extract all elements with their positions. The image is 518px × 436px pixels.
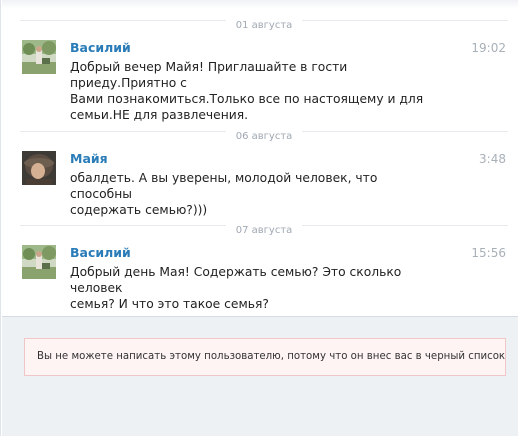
scroll-shadow	[2, 0, 518, 9]
message-history[interactable]: 01 августа Василий 19:02 Добрый вечер Ма…	[2, 0, 518, 316]
date-separator: 01 августа	[20, 13, 508, 33]
avatar[interactable]	[22, 245, 56, 279]
author-link[interactable]: Майя	[70, 151, 108, 167]
dialog-window: 01 августа Василий 19:02 Добрый вечер Ма…	[0, 0, 518, 436]
date-label: 01 августа	[225, 19, 303, 33]
message-text: Добрый вечер Майя! Приглашайте в гости п…	[70, 60, 424, 122]
message-time: 19:02	[471, 41, 506, 55]
message-time: 3:48	[479, 152, 506, 166]
message-time: 15:56	[471, 246, 506, 260]
message-item: Майя 3:48 обалдеть. А вы уверены, молодо…	[22, 151, 508, 217]
compose-area: Вы не можете написать этому пользователю…	[2, 316, 518, 436]
date-label: 07 августа	[225, 224, 303, 238]
avatar[interactable]	[22, 151, 56, 185]
message-text: Добрый день Мая! Содержать семью? Это ск…	[70, 265, 402, 311]
user-photo-outdoor-icon	[22, 40, 56, 74]
author-link[interactable]: Василий	[70, 245, 131, 261]
message-item: Василий 15:56 Добрый день Мая! Содержать…	[22, 245, 508, 311]
avatar[interactable]	[22, 40, 56, 74]
message-item: Василий 19:02 Добрый вечер Майя! Приглаш…	[22, 40, 508, 122]
date-separator: 07 августа	[20, 218, 508, 238]
user-photo-portrait-icon	[22, 151, 56, 185]
date-label: 06 августа	[225, 130, 303, 144]
message-text: обалдеть. А вы уверены, молодой человек,…	[70, 171, 378, 217]
user-photo-outdoor-icon	[22, 245, 56, 279]
author-link[interactable]: Василий	[70, 40, 131, 56]
date-separator: 06 августа	[20, 124, 508, 144]
blacklist-notice: Вы не можете написать этому пользователю…	[24, 338, 506, 376]
